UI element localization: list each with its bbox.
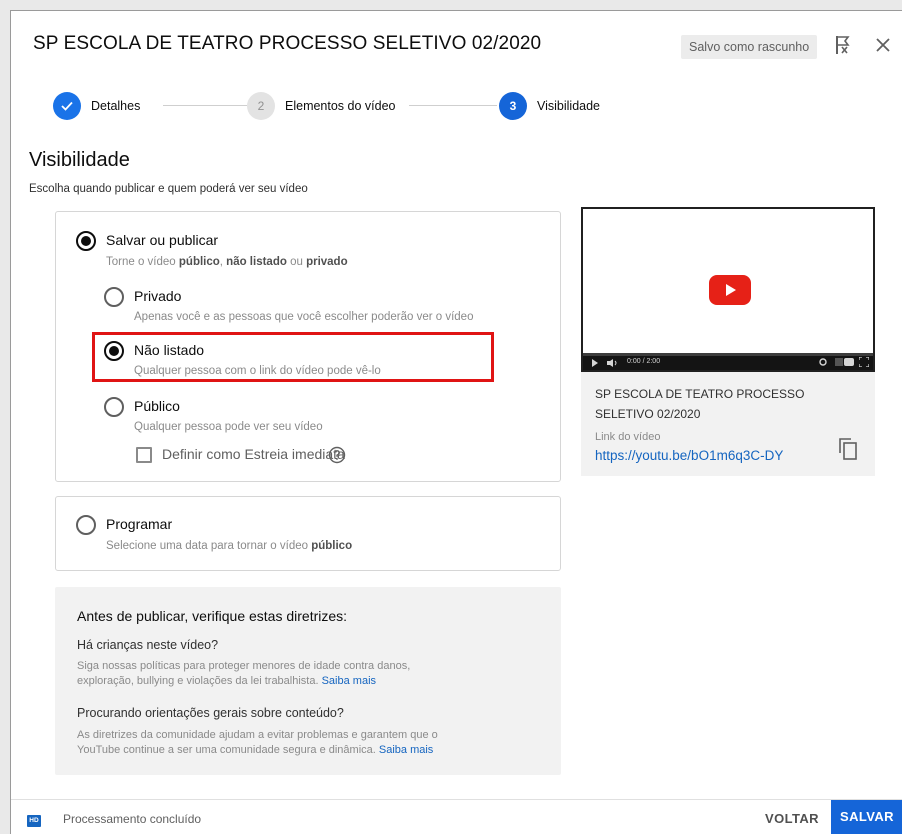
premiere-checkbox[interactable] xyxy=(136,447,152,463)
guidelines-panel: Antes de publicar, verifique estas diret… xyxy=(55,587,561,775)
player-progress-bar[interactable] xyxy=(583,353,873,356)
public-desc: Qualquer pessoa pode ver seu vídeo xyxy=(134,421,323,433)
player-time: 0:00 / 2:00 xyxy=(627,358,661,365)
guidelines-text-community: As diretrizes da comunidade ajudam a evi… xyxy=(77,729,438,756)
guidelines-question-content: Procurando orientações gerais sobre cont… xyxy=(77,706,344,720)
player-control-bar: 0:00 / 2:00 xyxy=(583,353,873,370)
step-number: 3 xyxy=(499,92,527,120)
dialog-header: SP ESCOLA DE TEATRO PROCESSO SELETIVO 02… xyxy=(11,11,902,81)
back-button[interactable]: VOLTAR xyxy=(753,804,831,834)
schedule-desc: Selecione uma data para tornar o vídeo p… xyxy=(106,540,353,552)
check-icon xyxy=(53,92,81,120)
private-desc: Apenas você e as pessoas que você escolh… xyxy=(134,311,474,323)
schedule-radio[interactable] xyxy=(76,515,96,535)
save-publish-label: Salvar ou publicar xyxy=(106,232,219,248)
play-small-icon[interactable] xyxy=(591,359,599,367)
step-details[interactable]: Detalhes xyxy=(53,91,140,121)
step-video-elements[interactable]: 2 Elementos do vídeo xyxy=(247,91,396,121)
unlisted-desc: Qualquer pessoa com o link do vídeo pode… xyxy=(134,365,381,377)
processing-status: Processamento concluído xyxy=(63,812,202,826)
step-connector xyxy=(409,105,497,106)
dialog-footer: HD Processamento concluído VOLTAR SALVAR xyxy=(11,799,902,834)
learn-more-link[interactable]: Saiba mais xyxy=(379,744,433,756)
volume-icon[interactable] xyxy=(607,359,619,367)
copy-icon[interactable] xyxy=(839,438,861,462)
unlisted-radio[interactable] xyxy=(104,341,124,361)
private-radio[interactable] xyxy=(104,287,124,307)
premiere-label: Definir como Estreia imediata xyxy=(162,446,345,462)
step-label: Detalhes xyxy=(91,99,141,113)
close-icon[interactable] xyxy=(871,33,895,57)
save-publish-desc: Torne o vídeo público, não listado ou pr… xyxy=(106,256,348,268)
save-publish-radio[interactable] xyxy=(76,231,96,251)
video-info-panel: SP ESCOLA DE TEATRO PROCESSO SELETIVO 02… xyxy=(581,372,875,476)
video-title: SP ESCOLA DE TEATRO PROCESSO SELETIVO 02… xyxy=(595,387,805,421)
upload-dialog: SP ESCOLA DE TEATRO PROCESSO SELETIVO 02… xyxy=(10,10,902,834)
help-circle-icon[interactable] xyxy=(328,446,346,464)
feedback-flag-icon[interactable] xyxy=(831,33,855,57)
step-label: Visibilidade xyxy=(537,99,601,113)
visibility-title: Visibilidade xyxy=(29,149,130,171)
public-radio[interactable] xyxy=(104,397,124,417)
step-visibility[interactable]: 3 Visibilidade xyxy=(499,91,600,121)
schedule-label: Programar xyxy=(106,516,173,532)
video-link-url[interactable]: https://youtu.be/bO1m6q3C-DY xyxy=(595,448,783,463)
video-link-label: Link do vídeo xyxy=(595,431,661,443)
unlisted-label: Não listado xyxy=(134,342,205,358)
step-label: Elementos do vídeo xyxy=(285,99,396,113)
visibility-subtitle: Escolha quando publicar e quem poderá ve… xyxy=(29,183,308,195)
private-label: Privado xyxy=(134,288,182,304)
save-button[interactable]: SALVAR xyxy=(831,800,902,834)
learn-more-link[interactable]: Saiba mais xyxy=(322,675,376,687)
guidelines-question-children: Há crianças neste vídeo? xyxy=(77,638,219,652)
guidelines-title: Antes de publicar, verifique estas diret… xyxy=(77,608,348,624)
youtube-logo-icon[interactable] xyxy=(835,357,855,367)
draft-status-badge: Salvo como rascunho xyxy=(681,35,818,59)
schedule-card: Programar Selecione uma data para tornar… xyxy=(55,496,561,571)
upload-stepper: Detalhes 2 Elementos do vídeo 3 Visibili… xyxy=(53,91,653,125)
dialog-title: SP ESCOLA DE TEATRO PROCESSO SELETIVO 02… xyxy=(33,33,542,54)
settings-gear-icon[interactable] xyxy=(819,358,827,366)
fullscreen-icon[interactable] xyxy=(859,357,869,367)
video-preview-player[interactable]: 0:00 / 2:00 xyxy=(581,207,875,372)
guidelines-text-children: Siga nossas políticas para proteger meno… xyxy=(77,660,411,687)
step-number: 2 xyxy=(247,92,275,120)
hd-badge-icon: HD xyxy=(27,815,41,827)
save-publish-card: Salvar ou publicar Torne o vídeo público… xyxy=(55,211,561,482)
step-connector xyxy=(163,105,247,106)
youtube-play-icon[interactable] xyxy=(709,275,751,305)
public-label: Público xyxy=(134,398,180,414)
